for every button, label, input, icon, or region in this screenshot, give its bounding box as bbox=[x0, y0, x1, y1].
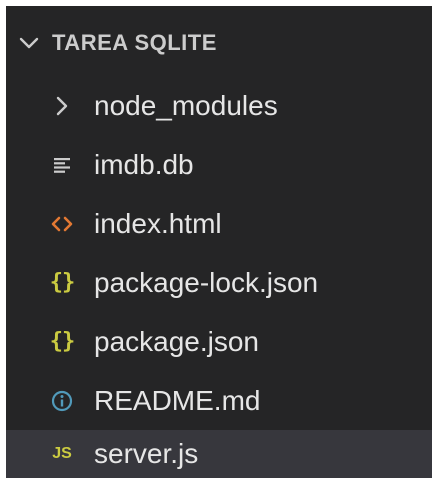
tree-item-label: README.md bbox=[94, 385, 261, 416]
json-icon: {} bbox=[49, 329, 76, 354]
json-icon: {} bbox=[49, 270, 76, 295]
explorer-section-header[interactable]: TAREA SQLITE bbox=[6, 18, 432, 68]
tree-item-imdb-db[interactable]: imdb.db bbox=[6, 135, 432, 194]
section-title: TAREA SQLITE bbox=[52, 30, 217, 55]
tree-item-readme-md[interactable]: README.md bbox=[6, 371, 432, 430]
tree-item-label: index.html bbox=[94, 208, 222, 239]
tree-item-label: package-lock.json bbox=[94, 267, 319, 298]
tree-item-node-modules[interactable]: node_modules bbox=[6, 76, 432, 135]
tree-item-server-js[interactable]: JS server.js bbox=[6, 430, 432, 478]
tree-item-label: imdb.db bbox=[94, 149, 194, 180]
js-icon: JS bbox=[52, 445, 72, 462]
tree-item-package-json[interactable]: {} package.json bbox=[6, 312, 432, 371]
info-icon bbox=[46, 371, 78, 430]
lines-icon bbox=[46, 135, 78, 194]
tree-item-index-html[interactable]: index.html bbox=[6, 194, 432, 253]
explorer-panel: TAREA SQLITE node_modules imdb.db index.… bbox=[6, 6, 432, 478]
tree-item-package-lock-json[interactable]: {} package-lock.json bbox=[6, 253, 432, 312]
html-icon bbox=[46, 194, 78, 253]
chevron-right-icon[interactable] bbox=[46, 76, 78, 135]
tree-item-label: node_modules bbox=[94, 90, 278, 121]
tree-item-label: package.json bbox=[94, 326, 260, 357]
chevron-down-icon[interactable] bbox=[18, 32, 40, 54]
tree-item-label: server.js bbox=[94, 438, 199, 469]
